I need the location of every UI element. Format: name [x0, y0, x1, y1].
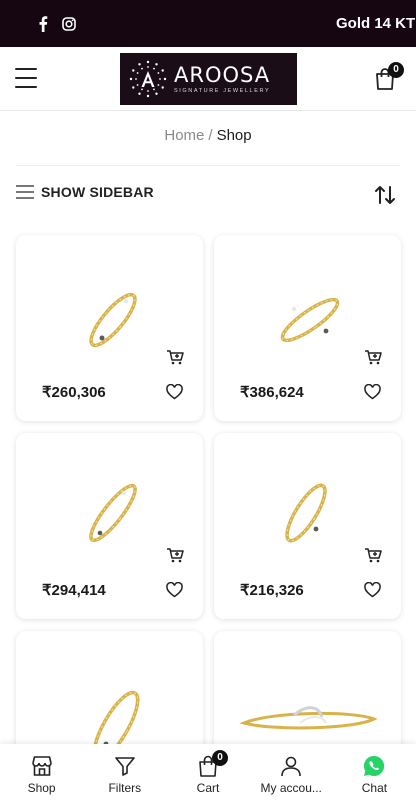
breadcrumb-home-link[interactable]: Home [164, 127, 204, 144]
add-to-cart-icon[interactable] [166, 547, 184, 563]
menu-line [15, 86, 37, 88]
nav-cart[interactable]: 0 Cart [166, 744, 249, 800]
shop-toolbar: SHOW SIDEBAR [16, 184, 400, 206]
show-sidebar-button[interactable]: SHOW SIDEBAR [16, 184, 400, 200]
product-price: ₹216,326 [240, 582, 304, 599]
site-logo[interactable]: AROOSA SIGNATURE JEWELLERY [120, 53, 297, 105]
divider [16, 165, 400, 166]
product-price: ₹260,306 [42, 384, 106, 401]
brand-name: AROOSA [174, 63, 271, 87]
sort-arrows-icon [375, 186, 395, 204]
logo-emblem-icon [129, 60, 167, 98]
wishlist-heart-icon[interactable] [364, 582, 381, 598]
menu-line [15, 77, 37, 79]
show-sidebar-label: SHOW SIDEBAR [41, 184, 154, 200]
gold-rate-ticker: Gold 14 KT [336, 15, 416, 32]
sidebar-lines-icon [16, 185, 34, 199]
product-card[interactable]: ₹294,414 [16, 433, 203, 619]
nav-my-account[interactable]: My accou... [250, 744, 333, 800]
nav-label: Shop [27, 781, 56, 795]
store-icon [31, 756, 52, 776]
product-card[interactable]: ₹216,326 [214, 433, 401, 619]
add-to-cart-icon[interactable] [364, 349, 382, 365]
wishlist-heart-icon[interactable] [364, 384, 381, 400]
whatsapp-icon [364, 755, 385, 776]
breadcrumb-current: Shop [216, 127, 252, 144]
social-links [38, 15, 76, 32]
nav-shop[interactable]: Shop [0, 744, 83, 800]
wishlist-heart-icon[interactable] [166, 384, 183, 400]
instagram-icon[interactable] [62, 16, 76, 31]
menu-line [15, 68, 37, 70]
wishlist-heart-icon[interactable] [166, 582, 183, 598]
breadcrumb: Home / Shop [0, 127, 416, 144]
logo-text: AROOSA SIGNATURE JEWELLERY [174, 64, 270, 94]
facebook-icon[interactable] [38, 15, 48, 32]
nav-label: Cart [196, 781, 220, 795]
product-card[interactable]: ₹386,624 [214, 235, 401, 421]
add-to-cart-icon[interactable] [166, 349, 184, 365]
site-header: AROOSA SIGNATURE JEWELLERY 0 [0, 47, 416, 111]
nav-label: My accou... [260, 781, 322, 795]
add-to-cart-icon[interactable] [364, 547, 382, 563]
product-price: ₹294,414 [42, 582, 106, 599]
sort-button[interactable] [374, 184, 396, 206]
nav-cart-count-badge: 0 [212, 750, 228, 766]
nav-label: Chat [361, 781, 388, 795]
filter-icon [114, 757, 135, 776]
user-icon [281, 756, 302, 777]
top-announcement-bar: Gold 14 KT [0, 0, 416, 47]
product-card[interactable]: ₹260,306 [16, 235, 203, 421]
product-price: ₹386,624 [240, 384, 304, 401]
nav-filters[interactable]: Filters [83, 744, 166, 800]
breadcrumb-separator: / [208, 127, 213, 144]
bottom-navigation: Shop Filters 0 Cart My accou... Chat [0, 744, 416, 800]
hamburger-menu-button[interactable] [15, 68, 37, 88]
header-cart-count-badge: 0 [388, 62, 404, 78]
header-cart-button[interactable]: 0 [374, 62, 404, 91]
nav-chat[interactable]: Chat [333, 744, 416, 800]
brand-tagline: SIGNATURE JEWELLERY [174, 88, 271, 94]
nav-label: Filters [108, 781, 142, 795]
